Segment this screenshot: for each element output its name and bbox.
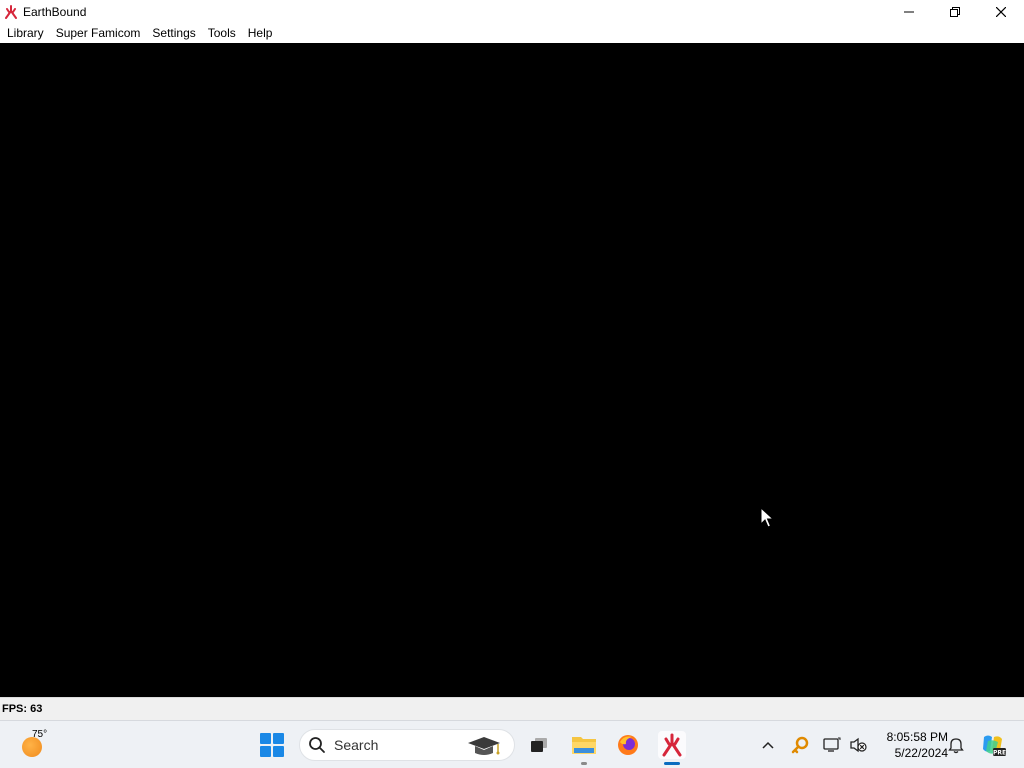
menu-help[interactable]: Help bbox=[242, 23, 279, 43]
title-bar[interactable]: EarthBound bbox=[0, 0, 1024, 23]
search-placeholder: Search bbox=[334, 737, 379, 753]
menu-super-famicom[interactable]: Super Famicom bbox=[50, 23, 147, 43]
weather-widget[interactable]: 75° bbox=[20, 729, 54, 759]
restore-icon bbox=[950, 6, 960, 17]
emulator-viewport[interactable] bbox=[0, 43, 1024, 697]
clock-date: 5/22/2024 bbox=[894, 746, 948, 760]
task-view-icon bbox=[531, 738, 547, 752]
fps-counter: FPS: 63 bbox=[2, 703, 43, 715]
volume-tray-button[interactable] bbox=[848, 735, 868, 755]
close-button[interactable] bbox=[978, 0, 1024, 23]
minimize-button[interactable] bbox=[886, 0, 932, 23]
network-icon bbox=[823, 737, 841, 752]
notification-button[interactable] bbox=[946, 735, 966, 755]
taskbar-search-box[interactable]: Search bbox=[299, 729, 515, 761]
close-icon bbox=[996, 6, 1006, 17]
file-explorer-button[interactable] bbox=[570, 731, 598, 765]
higan-fire-icon bbox=[4, 4, 18, 19]
clock-time: 8:05:58 PM bbox=[886, 730, 948, 744]
graduation-cap-icon bbox=[468, 737, 500, 755]
weather-temperature: 75° bbox=[32, 729, 48, 740]
menu-tools[interactable]: Tools bbox=[202, 23, 242, 43]
key-icon bbox=[791, 736, 809, 754]
copilot-icon: PRE bbox=[983, 735, 1006, 757]
file-explorer-icon bbox=[572, 737, 596, 754]
taskbar: 75° Search 8:05:58 PM 5/22/2024 PRE bbox=[0, 720, 1024, 768]
mouse-cursor-icon bbox=[760, 507, 774, 528]
windows-start-icon[interactable] bbox=[260, 733, 284, 757]
firefox-button[interactable] bbox=[614, 731, 642, 759]
window-title: EarthBound bbox=[23, 4, 87, 19]
volume-muted-icon bbox=[850, 737, 867, 753]
firefox-icon bbox=[618, 735, 638, 755]
copilot-button[interactable]: PRE bbox=[980, 733, 1006, 757]
show-hidden-icons-button[interactable] bbox=[758, 735, 778, 755]
svg-text:PRE: PRE bbox=[993, 750, 1006, 757]
menu-settings[interactable]: Settings bbox=[146, 23, 201, 43]
search-icon bbox=[309, 737, 325, 753]
clock[interactable]: 8:05:58 PM 5/22/2024 bbox=[874, 729, 948, 761]
higan-taskbar-icon bbox=[662, 733, 682, 757]
menu-library[interactable]: Library bbox=[1, 23, 50, 43]
menu-bar: Library Super Famicom Settings Tools Hel… bbox=[0, 23, 1024, 43]
minimize-icon bbox=[904, 11, 914, 12]
task-view-button[interactable] bbox=[525, 731, 553, 759]
restore-button[interactable] bbox=[932, 0, 978, 23]
chevron-up-icon bbox=[762, 741, 774, 749]
network-tray-button[interactable] bbox=[822, 735, 842, 755]
running-indicator bbox=[581, 762, 587, 765]
status-bar: FPS: 63 bbox=[0, 697, 1024, 720]
higan-taskbar-button[interactable] bbox=[658, 731, 686, 765]
weather-sun-icon bbox=[22, 737, 42, 757]
notification-bell-icon bbox=[948, 738, 964, 754]
key-app-tray-button[interactable] bbox=[790, 735, 810, 755]
window-controls bbox=[886, 0, 1024, 23]
active-indicator bbox=[664, 762, 680, 765]
